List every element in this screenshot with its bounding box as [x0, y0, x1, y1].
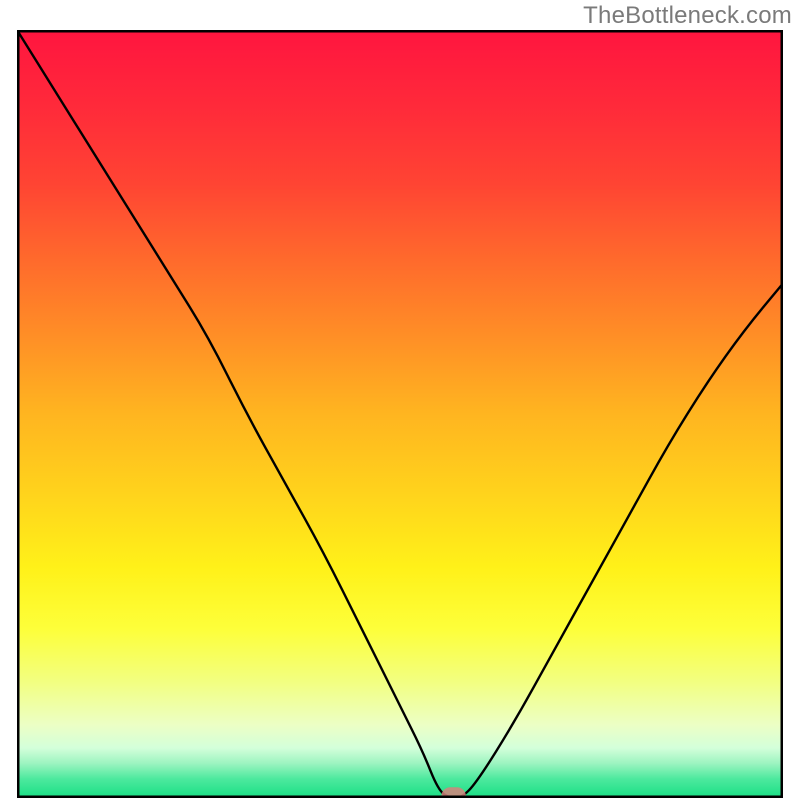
chart-container: TheBottleneck.com	[0, 0, 800, 800]
watermark-text: TheBottleneck.com	[583, 2, 792, 30]
plot-background	[17, 30, 783, 798]
bottleneck-plot-svg	[17, 30, 783, 798]
plot-frame	[17, 30, 783, 798]
